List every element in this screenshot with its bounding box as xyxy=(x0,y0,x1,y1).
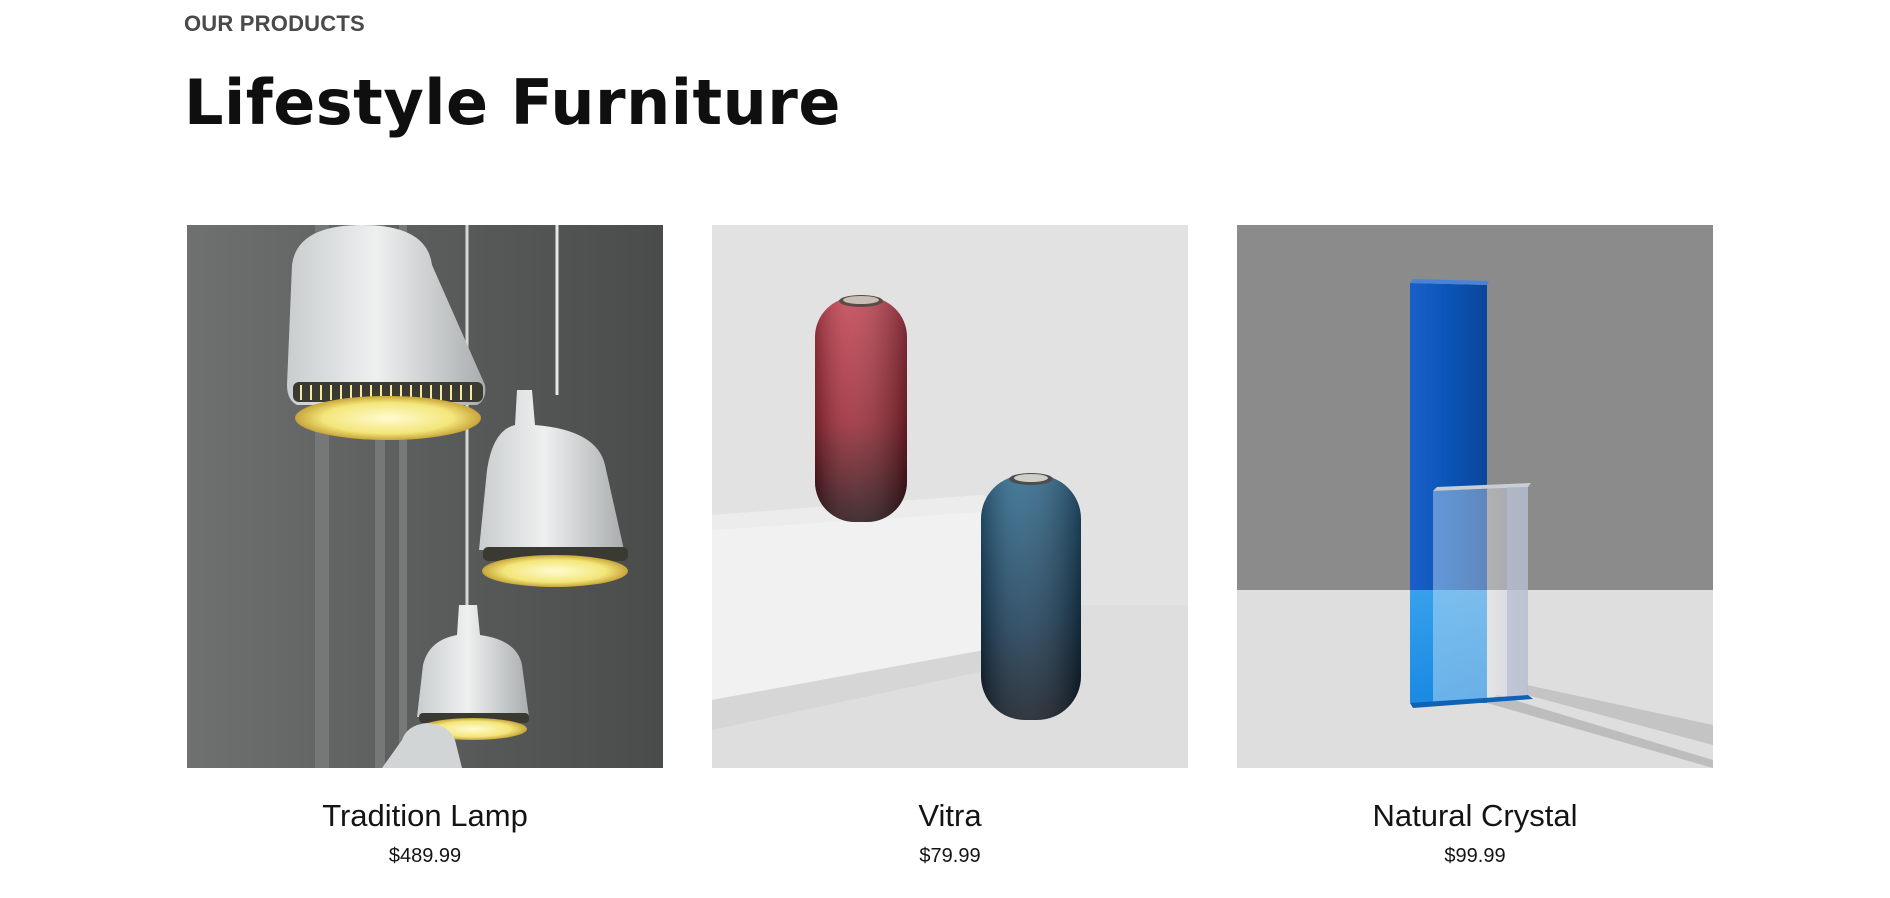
product-image-crystal[interactable] xyxy=(1237,225,1713,768)
product-card-natural-crystal[interactable]: Natural Crystal $99.99 xyxy=(1237,225,1713,868)
product-name[interactable]: Tradition Lamp xyxy=(187,798,663,834)
product-card-vitra[interactable]: Vitra $79.99 xyxy=(712,225,1188,868)
product-price: $99.99 xyxy=(1444,845,1506,867)
section-label: OUR PRODUCTS xyxy=(184,11,365,36)
product-image-lamps[interactable] xyxy=(187,225,663,768)
product-name[interactable]: Vitra xyxy=(712,798,1188,834)
product-name[interactable]: Natural Crystal xyxy=(1237,798,1713,834)
product-image-vases[interactable] xyxy=(712,225,1188,768)
page-title: Lifestyle Furniture xyxy=(184,66,841,139)
product-card-tradition-lamp[interactable]: Tradition Lamp $489.99 xyxy=(187,225,663,868)
product-price: $79.99 xyxy=(919,845,981,867)
product-price: $489.99 xyxy=(388,845,462,867)
